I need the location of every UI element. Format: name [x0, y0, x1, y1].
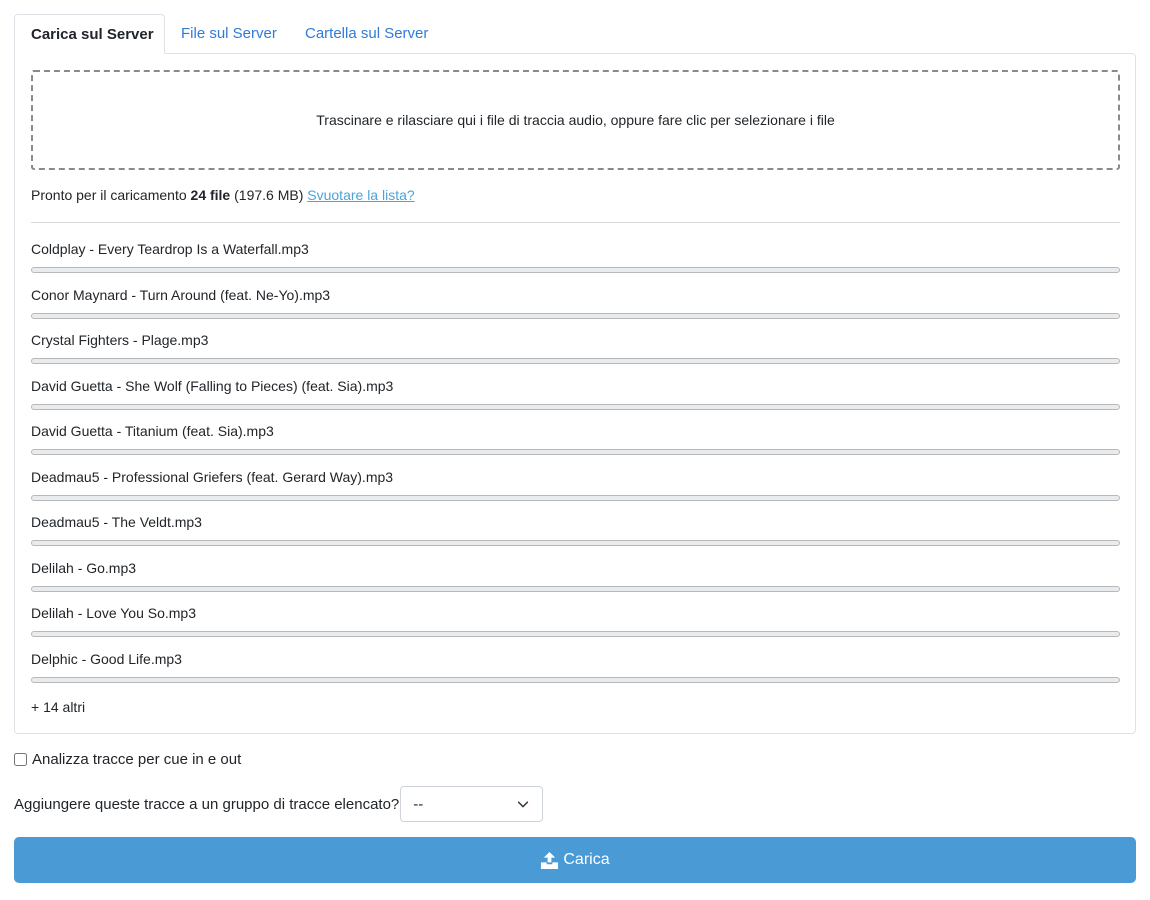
track-group-selected: -- [413, 795, 424, 813]
tab-folder-on-server[interactable]: Cartella sul Server [289, 14, 444, 54]
file-name: Delphic - Good Life.mp3 [31, 650, 182, 667]
clear-list-link[interactable]: Svuotare la lista? [307, 187, 414, 203]
file-item: David Guetta - She Wolf (Falling to Piec… [31, 377, 1120, 423]
upload-progress-bar [31, 631, 1120, 637]
upload-progress-bar [31, 540, 1120, 546]
upload-progress-bar [31, 267, 1120, 273]
track-group-label: Aggiungere queste tracce a un gruppo di … [14, 795, 400, 813]
file-name: Coldplay - Every Teardrop Is a Waterfall… [31, 241, 309, 257]
file-name: Deadmau5 - Professional Griefers (feat. … [31, 468, 394, 485]
upload-button-label: Carica [563, 851, 610, 868]
file-name: Delilah - Go.mp3 [31, 559, 137, 576]
file-name: Crystal Fighters - Plage.mp3 [31, 332, 209, 348]
upload-progress-bar [31, 358, 1120, 364]
file-item: Coldplay - Every Teardrop Is a Waterfall… [31, 240, 1120, 286]
more-files-count: + 14 altri [31, 699, 86, 715]
file-item: David Guetta - Titanium (feat. Sia).mp3 [31, 422, 1120, 468]
tab-bar: Carica sul Server File sul Server Cartel… [14, 14, 1136, 54]
chevron-down-icon [518, 801, 529, 808]
divider [31, 222, 1120, 223]
upload-progress-bar [31, 449, 1120, 455]
track-group-row: Aggiungere queste tracce a un gruppo di … [14, 786, 544, 822]
upload-status: Pronto per il caricamento 24 file (197.6… [31, 187, 415, 203]
file-name: Conor Maynard - Turn Around (feat. Ne-Yo… [31, 286, 331, 303]
file-item: Deadmau5 - The Veldt.mp3 [31, 513, 1120, 559]
status-prefix: Pronto per il caricamento [31, 187, 187, 203]
file-item: Crystal Fighters - Plage.mp3 [31, 331, 1120, 377]
upload-progress-bar [31, 494, 1120, 501]
upload-progress-bar [31, 403, 1120, 410]
file-count: 24 file [190, 187, 231, 203]
tab-upload-to-server[interactable]: Carica sul Server [14, 14, 165, 54]
analyze-cues-label: Analizza tracce per cue in e out [32, 751, 242, 768]
tab-files-on-server[interactable]: File sul Server [165, 14, 293, 54]
file-item: Delphic - Good Life.mp3 [31, 650, 1120, 696]
file-item: Delilah - Love You So.mp3 [31, 604, 1120, 650]
dropzone-text: Trascinare e rilasciare qui i file di tr… [316, 112, 835, 128]
total-size: (197.6 MB) [234, 187, 304, 203]
file-name: David Guetta - Titanium (feat. Sia).mp3 [31, 423, 274, 439]
upload-progress-bar [31, 676, 1120, 683]
file-item: Conor Maynard - Turn Around (feat. Ne-Yo… [31, 286, 1120, 332]
upload-icon [541, 851, 559, 869]
upload-panel: Trascinare e rilasciare qui i file di tr… [14, 53, 1136, 734]
file-name: Delilah - Love You So.mp3 [31, 605, 196, 621]
upload-button[interactable]: Carica [14, 837, 1136, 883]
track-group-select[interactable]: -- [400, 786, 544, 822]
file-name: Deadmau5 - The Veldt.mp3 [31, 514, 202, 530]
upload-progress-bar [31, 312, 1120, 319]
file-item: Delilah - Go.mp3 [31, 559, 1120, 605]
upload-progress-bar [31, 585, 1120, 592]
analyze-cues-checkbox[interactable] [14, 753, 27, 766]
analyze-cues-option[interactable]: Analizza tracce per cue in e out [14, 751, 241, 768]
file-dropzone[interactable]: Trascinare e rilasciare qui i file di tr… [31, 70, 1120, 170]
file-name: David Guetta - She Wolf (Falling to Piec… [31, 377, 394, 394]
file-list: Coldplay - Every Teardrop Is a Waterfall… [31, 240, 1120, 695]
file-item: Deadmau5 - Professional Griefers (feat. … [31, 468, 1120, 514]
